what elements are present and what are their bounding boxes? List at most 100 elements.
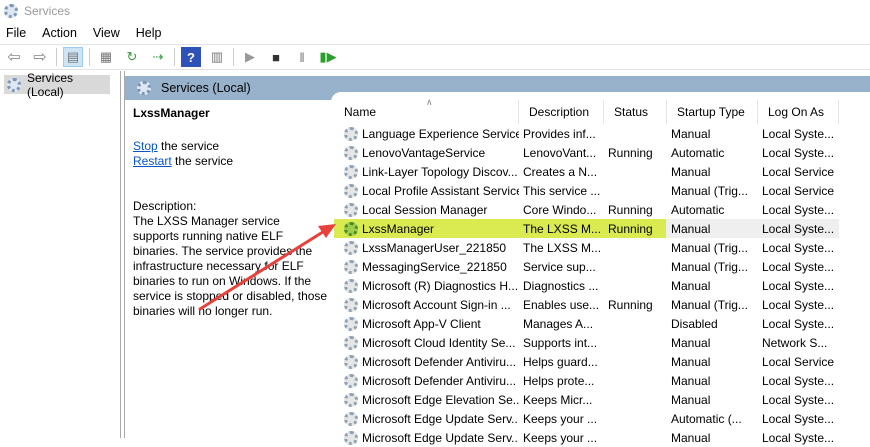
service-gear-icon: [344, 373, 358, 388]
service-name-text: Link-Layer Topology Discov...: [362, 164, 518, 179]
service-gear-icon: [344, 354, 358, 369]
cell-log-on-as: Local Syste...: [762, 278, 835, 293]
cell-description: Keeps your ...: [523, 411, 598, 426]
cell-name: Language Experience Service: [334, 126, 519, 141]
stop-icon[interactable]: ■: [266, 47, 286, 67]
stop-service-link[interactable]: Stop: [133, 139, 158, 153]
cell-startup-type: Manual: [671, 126, 711, 141]
table-row[interactable]: Microsoft (R) Diagnostics H... Diagnostic…: [334, 276, 870, 295]
cell-name: LxssManagerUser_221850: [334, 240, 519, 255]
menu-bar: File Action View Help: [0, 22, 870, 44]
table-row[interactable]: Microsoft Defender Antiviru... Helps prot…: [334, 371, 870, 390]
cell-name: Microsoft Defender Antiviru...: [334, 373, 519, 388]
table-row[interactable]: Link-Layer Topology Discov... Creates a N…: [334, 162, 870, 181]
help-icon[interactable]: ?: [181, 47, 201, 67]
extended-description-panel: LxssManager Stop the service Restart the…: [133, 106, 329, 319]
service-name-text: Local Profile Assistant Service: [362, 183, 519, 198]
menu-view[interactable]: View: [93, 26, 120, 40]
toolbar-divider: [174, 48, 175, 66]
cell-name: Microsoft (R) Diagnostics H...: [334, 278, 519, 293]
service-gear-icon: [344, 335, 358, 350]
cell-startup-type: Manual: [671, 278, 711, 293]
service-name-text: Microsoft Account Sign-in ...: [362, 297, 511, 312]
cell-startup-type: Manual: [671, 221, 711, 236]
refresh-icon[interactable]: ↻: [122, 47, 142, 67]
restart-service-link[interactable]: Restart: [133, 154, 172, 168]
table-row[interactable]: Microsoft Edge Update Serv... Keeps your …: [334, 409, 870, 428]
stop-text: the service: [157, 139, 220, 153]
window-title: Services: [24, 3, 71, 18]
export-list-icon[interactable]: ⇢: [148, 47, 168, 67]
cell-log-on-as: Local Syste...: [762, 240, 835, 255]
cell-description: The LXSS M...: [523, 221, 602, 236]
service-name-text: Microsoft Edge Update Serv...: [362, 411, 519, 426]
cell-description: Supports int...: [523, 335, 598, 350]
action-pane-icon[interactable]: ▥: [207, 47, 227, 67]
menu-file[interactable]: File: [6, 26, 26, 40]
cell-startup-type: Manual: [671, 164, 711, 179]
column-header-log-on-as[interactable]: Log On As: [758, 100, 839, 124]
resume-icon[interactable]: ▮▶: [318, 47, 338, 67]
cell-startup-type: Manual: [671, 335, 711, 350]
start-icon[interactable]: ▶: [240, 47, 260, 67]
cell-startup-type: Manual: [671, 354, 711, 369]
forward-icon[interactable]: ⇨: [30, 47, 50, 67]
table-row[interactable]: Local Profile Assistant Service This serv…: [334, 181, 870, 200]
table-row[interactable]: Microsoft Edge Elevation Se... Keeps Micr…: [334, 390, 870, 409]
sort-ascending-icon: ∧: [426, 97, 433, 107]
table-row[interactable]: LenovoVantageService LenovoVant... Running…: [334, 143, 870, 162]
cell-log-on-as: Local Syste...: [762, 297, 835, 312]
service-name-text: LxssManager: [362, 221, 435, 236]
table-row[interactable]: Microsoft Defender Antiviru... Helps guar…: [334, 352, 870, 371]
table-row-selected[interactable]: LxssManager The LXSS M... Running Manual Loc…: [334, 219, 870, 238]
cell-status: Running: [608, 297, 653, 312]
table-row[interactable]: Microsoft App-V Client Manages A... Disabl…: [334, 314, 870, 333]
service-gear-icon: [344, 297, 358, 312]
menu-action[interactable]: Action: [42, 26, 77, 40]
title-bar: Services: [0, 0, 870, 21]
toolbar-divider: [233, 48, 234, 66]
service-gear-icon: [344, 411, 358, 426]
cell-log-on-as: Local Syste...: [762, 411, 835, 426]
cell-log-on-as: Local Syste...: [762, 145, 835, 160]
service-gear-icon: [344, 126, 358, 141]
service-gear-icon: [344, 183, 358, 198]
table-row[interactable]: LxssManagerUser_221850 The LXSS M... Manua…: [334, 238, 870, 257]
cell-startup-type: Manual: [671, 392, 711, 407]
service-name-text: Microsoft Edge Elevation Se...: [362, 392, 519, 407]
column-header-startup-type[interactable]: Startup Type: [667, 100, 758, 124]
service-name-text: Local Session Manager: [362, 202, 488, 217]
service-name-text: Microsoft Cloud Identity Se...: [362, 335, 516, 350]
restart-text: the service: [171, 154, 234, 168]
cell-name: LxssManager: [334, 221, 519, 236]
cell-description: This service ...: [523, 183, 601, 198]
tree-item-services-local[interactable]: Services (Local): [4, 71, 110, 99]
table-row[interactable]: Microsoft Cloud Identity Se... Supports i…: [334, 333, 870, 352]
column-header-status[interactable]: Status: [604, 100, 667, 124]
service-gear-icon: [344, 392, 358, 407]
cell-startup-type: Automatic: [671, 145, 725, 160]
cell-status: Running: [608, 202, 653, 217]
back-icon[interactable]: ⇦: [4, 47, 24, 67]
table-row[interactable]: Microsoft Account Sign-in ... Enables use…: [334, 295, 870, 314]
services-gear-icon: [7, 77, 21, 92]
table-row[interactable]: Local Session Manager Core Windo... Runnin…: [334, 200, 870, 219]
properties-icon[interactable]: ▦: [96, 47, 116, 67]
table-row[interactable]: MessagingService_221850 Service sup... Man…: [334, 257, 870, 276]
cell-description: Creates a N...: [523, 164, 598, 179]
cell-description: Helps prote...: [523, 373, 595, 388]
table-row[interactable]: Language Experience Service Provides inf.…: [334, 124, 870, 143]
cell-name: Microsoft Edge Elevation Se...: [334, 392, 519, 407]
pause-icon[interactable]: ‖: [292, 47, 312, 67]
menu-help[interactable]: Help: [136, 26, 162, 40]
cell-startup-type: Automatic: [671, 202, 725, 217]
cell-startup-type: Disabled: [671, 316, 718, 331]
service-gear-icon: [344, 316, 358, 331]
console-tree-icon[interactable]: ▤: [63, 47, 83, 67]
cell-description: Provides inf...: [523, 126, 596, 141]
service-name-text: Microsoft Defender Antiviru...: [362, 354, 517, 369]
service-name-text: Language Experience Service: [362, 126, 519, 141]
cell-log-on-as: Local Service: [762, 354, 835, 369]
cell-description: Diagnostics ...: [523, 278, 599, 293]
column-header-description[interactable]: Description: [519, 100, 604, 124]
